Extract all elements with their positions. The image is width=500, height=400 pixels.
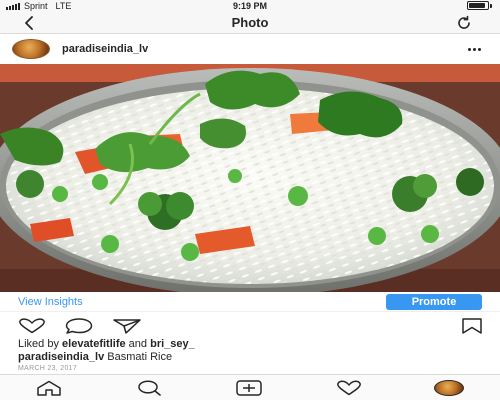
refresh-button[interactable]	[454, 15, 474, 31]
avatar[interactable]	[12, 39, 50, 59]
comment-icon	[65, 318, 93, 334]
chevron-left-icon	[25, 16, 33, 30]
more-options-button[interactable]	[464, 42, 484, 56]
post-photo[interactable]	[0, 64, 500, 292]
likes-prefix: Liked by	[18, 338, 63, 350]
refresh-icon	[458, 15, 470, 29]
activity-heart-icon	[337, 380, 361, 396]
direct-share-icon	[113, 319, 141, 334]
battery-icon	[467, 1, 492, 10]
liker-2[interactable]: bri_sey_	[150, 338, 195, 350]
caption: paradiseindia_lv Basmati Rice	[18, 351, 172, 364]
promote-button[interactable]: Promote	[386, 294, 482, 310]
bookmark-icon	[462, 318, 482, 334]
save-button[interactable]	[460, 318, 484, 334]
post-header: paradiseindia_lv	[0, 34, 500, 64]
like-button[interactable]	[16, 318, 48, 334]
food-photo-image	[0, 64, 500, 292]
back-button[interactable]	[18, 15, 40, 31]
tab-add-post[interactable]	[234, 379, 264, 397]
tab-activity[interactable]	[334, 379, 364, 397]
status-bar: Sprint LTE 9:19 PM	[0, 0, 500, 12]
more-horizontal-icon	[467, 47, 471, 51]
add-post-icon	[236, 380, 262, 396]
battery-fill	[469, 3, 486, 8]
share-button[interactable]	[112, 318, 142, 334]
page-title: Photo	[231, 15, 269, 30]
caption-username[interactable]: paradiseindia_lv	[18, 351, 104, 363]
post-date: MARCH 23, 2017	[18, 365, 78, 372]
comment-button[interactable]	[64, 318, 94, 334]
nav-header: Photo	[0, 12, 500, 34]
insights-bar: View Insights Promote	[0, 292, 500, 312]
post-actions	[0, 316, 500, 336]
profile-avatar	[434, 380, 464, 396]
tab-home[interactable]	[34, 379, 64, 397]
home-icon	[37, 380, 61, 396]
caption-text: Basmati Rice	[104, 351, 173, 363]
liker-1[interactable]: elevatefitlife	[62, 338, 126, 350]
heart-icon	[19, 318, 45, 334]
tab-profile[interactable]	[434, 379, 464, 397]
search-icon	[138, 380, 161, 396]
tab-bar	[0, 374, 500, 400]
tab-search[interactable]	[134, 379, 164, 397]
status-time: 9:19 PM	[232, 1, 267, 11]
likes-line: Liked by elevatefitlife and bri_sey_	[18, 338, 195, 351]
post-username[interactable]: paradiseindia_lv	[62, 34, 148, 64]
view-insights-link[interactable]: View Insights	[18, 292, 83, 312]
likes-conjunction: and	[125, 338, 151, 350]
